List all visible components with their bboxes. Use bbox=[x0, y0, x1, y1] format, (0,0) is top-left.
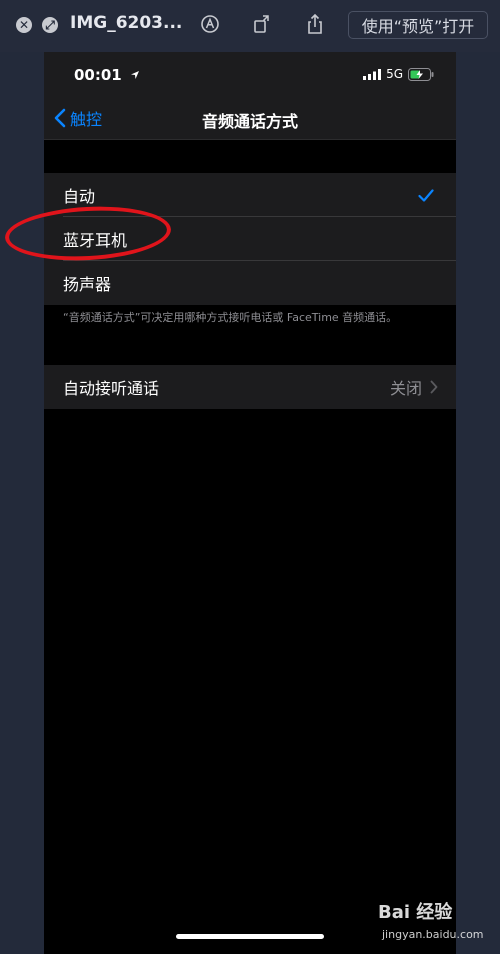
network-type: 5G bbox=[386, 67, 403, 81]
phone-screenshot: 00:01 5G 触控 音频通话方式 自动 蓝牙耳机 扬声器 “音频通话方式”可… bbox=[44, 52, 456, 954]
home-indicator[interactable] bbox=[176, 934, 324, 939]
baidu-watermark: Bai 经验 jingyan.baidu.com bbox=[378, 898, 496, 948]
checkmark-icon bbox=[418, 189, 434, 202]
battery-charging-icon bbox=[408, 67, 434, 81]
rotate-icon[interactable] bbox=[250, 12, 274, 36]
markup-icon[interactable] bbox=[198, 12, 222, 36]
close-icon[interactable]: ✕ bbox=[16, 17, 32, 33]
auto-answer-label: 自动接听通话 bbox=[63, 379, 160, 398]
fullscreen-icon[interactable]: ⤢ bbox=[42, 17, 58, 33]
watermark-brand: Bai 经验 bbox=[378, 902, 453, 923]
section-spacer bbox=[44, 140, 456, 173]
status-bar: 00:01 5G bbox=[44, 52, 456, 96]
navigation-bar: 触控 音频通话方式 bbox=[44, 96, 456, 140]
option-speaker[interactable]: 扬声器 bbox=[44, 261, 456, 305]
page-title: 音频通话方式 bbox=[201, 112, 298, 131]
quicklook-toolbar: ✕ ⤢ IMG_6203... 使用“预览”打开 bbox=[0, 0, 500, 52]
watermark-url: jingyan.baidu.com bbox=[382, 928, 484, 941]
auto-answer-calls-row[interactable]: 自动接听通话 关闭 bbox=[44, 365, 456, 409]
status-time: 00:01 bbox=[74, 66, 122, 84]
location-arrow-icon bbox=[130, 71, 139, 79]
auto-answer-value: 关闭 bbox=[389, 379, 422, 398]
chevron-right-icon bbox=[430, 380, 438, 394]
option-label: 扬声器 bbox=[63, 275, 112, 294]
share-icon[interactable] bbox=[303, 12, 327, 36]
option-label: 自动 bbox=[63, 187, 96, 206]
status-indicators: 5G bbox=[363, 67, 434, 81]
cellular-signal-icon bbox=[363, 68, 382, 80]
window-title: IMG_6203... bbox=[70, 13, 183, 33]
section-footer-note: “音频通话方式”可决定用哪种方式接听电话或 FaceTime 音频通话。 bbox=[63, 311, 398, 324]
open-with-preview-button[interactable]: 使用“预览”打开 bbox=[348, 11, 488, 39]
